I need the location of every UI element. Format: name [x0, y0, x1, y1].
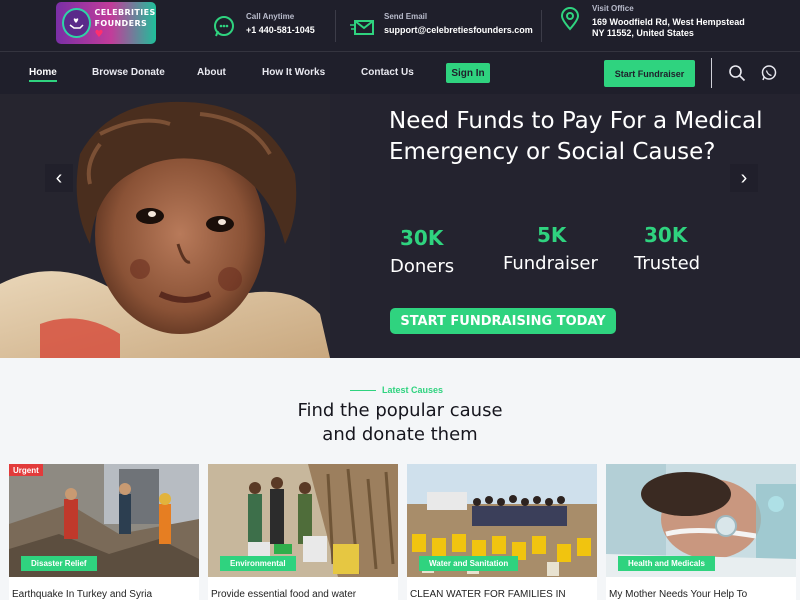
contact-office-line1: 169 Woodfield Rd, West Hempstead — [592, 17, 745, 27]
stat-fundraiser: 5K Fundraiser — [503, 223, 603, 274]
cause-card-water[interactable]: Water and Sanitation CLEAN WATER FOR FAM… — [407, 464, 597, 600]
cause-tag[interactable]: Water and Sanitation — [419, 556, 519, 571]
brand-logo[interactable]: CELEBRITIES FOUNDERS ♥ — [56, 2, 156, 44]
cause-card-environmental[interactable]: Environmental Provide essential food and… — [208, 464, 398, 600]
whatsapp-icon[interactable] — [760, 64, 778, 82]
hero-title: Need Funds to Pay For a Medical Emergenc… — [389, 108, 763, 165]
stat-value: 5K — [537, 223, 567, 247]
contact-office-line2: NY 11552, United States — [592, 28, 694, 38]
cause-tag[interactable]: Health and Medicals — [618, 556, 715, 571]
cause-card-health[interactable]: Health and Medicals My Mother Needs Your… — [606, 464, 796, 600]
stat-doners: 30K Doners — [390, 226, 490, 277]
search-icon[interactable] — [728, 64, 746, 82]
sign-in-button[interactable]: Sign In — [446, 63, 490, 83]
divider — [335, 10, 336, 42]
hand-heart-logo-icon — [62, 8, 91, 38]
location-pin-icon — [560, 7, 580, 31]
nav-home[interactable]: Home — [29, 67, 57, 82]
stat-value: 30K — [400, 226, 444, 250]
chevron-right-icon: › — [740, 166, 748, 189]
start-fundraiser-button[interactable]: Start Fundraiser — [604, 60, 695, 87]
contact-email-label: Send Email — [384, 12, 428, 21]
stat-label: Fundraiser — [503, 253, 598, 274]
cause-title[interactable]: CLEAN WATER FOR FAMILIES IN — [410, 589, 596, 600]
nav-divider — [711, 58, 712, 88]
contact-phone: Call Anytime +1 440-581-1045 — [212, 12, 315, 40]
cause-title[interactable]: My Mother Needs Your Help To — [609, 589, 795, 600]
contact-office: Visit Office 169 Woodfield Rd, West Hemp… — [558, 4, 745, 39]
contact-phone-label: Call Anytime — [246, 12, 295, 21]
divider — [541, 10, 542, 42]
top-bar: CELEBRITIES FOUNDERS ♥ Call Anytime +1 4… — [0, 0, 800, 52]
contact-office-label: Visit Office — [592, 4, 634, 13]
nav-contact-us[interactable]: Contact Us — [361, 67, 414, 78]
hero-child-photo — [0, 94, 330, 358]
nav-how-it-works[interactable]: How It Works — [262, 67, 325, 78]
contact-email-value[interactable]: support@celebretiesfounders.com — [384, 25, 533, 36]
kicker-line — [350, 389, 376, 391]
nav-about[interactable]: About — [197, 67, 226, 78]
logo-text: CELEBRITIES FOUNDERS ♥ — [94, 7, 156, 40]
cause-tag[interactable]: Disaster Relief — [21, 556, 97, 571]
kicker-label: Latest Causes — [382, 385, 444, 395]
main-nav: Home Browse Donate About How It Works Co… — [0, 52, 800, 94]
envelope-icon — [350, 20, 374, 35]
stat-label: Doners — [390, 256, 455, 277]
cause-tag[interactable]: Environmental — [220, 556, 296, 571]
cause-card-earthquake[interactable]: Disaster Relief Earthquake In Turkey and… — [9, 464, 199, 600]
nav-browse-donate[interactable]: Browse Donate — [92, 67, 165, 78]
hero-banner: ‹ › Need Funds to Pay For a Medical Emer… — [0, 94, 800, 358]
whatsapp-chat-icon — [214, 16, 234, 37]
contact-email: Send Email support@celebretiesfounders.c… — [350, 12, 533, 40]
start-fundraising-cta[interactable]: START FUNDRAISING TODAY — [390, 308, 616, 334]
cause-title[interactable]: Earthquake In Turkey and Syria — [12, 589, 198, 600]
stat-trusted: 30K Trusted — [634, 223, 734, 274]
latest-causes-kicker: Latest Causes — [350, 385, 443, 395]
chevron-left-icon: ‹ — [55, 166, 63, 189]
cause-title[interactable]: Provide essential food and water — [211, 589, 397, 600]
carousel-prev-button[interactable]: ‹ — [45, 164, 73, 192]
section-title: Find the popular cause and donate them — [297, 400, 503, 445]
stat-label: Trusted — [634, 253, 701, 274]
urgent-badge: Urgent — [9, 464, 43, 476]
contact-phone-value[interactable]: +1 440-581-1045 — [246, 25, 315, 36]
stat-value: 30K — [644, 223, 688, 247]
carousel-next-button[interactable]: › — [730, 164, 758, 192]
heart-icon: ♥ — [94, 28, 104, 40]
